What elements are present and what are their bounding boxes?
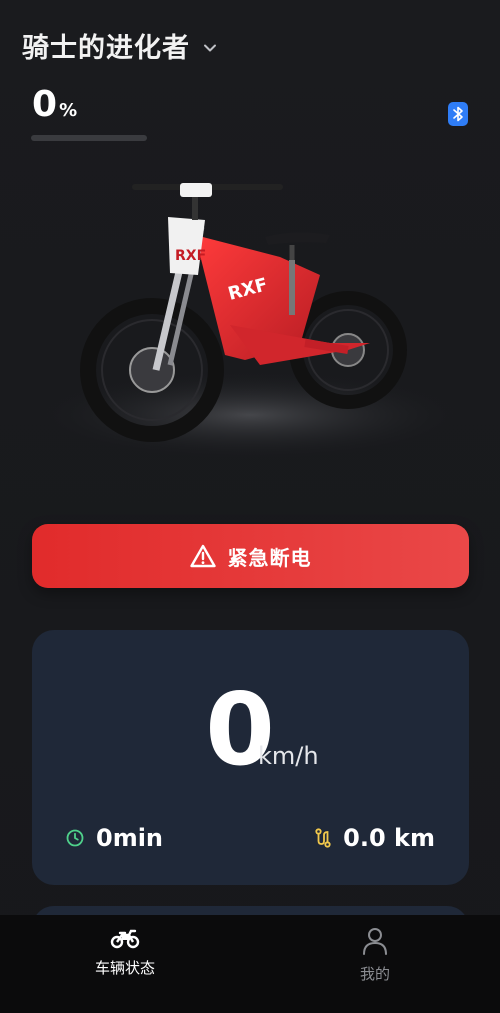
user-icon	[363, 928, 387, 955]
emergency-button-label: 紧急断电	[227, 545, 312, 570]
nav-label-profile: 我的	[359, 965, 390, 983]
speed-value: 0	[205, 671, 275, 788]
nav-item-vehicle-status[interactable]: 车辆状态	[0, 915, 250, 1013]
bluetooth-icon[interactable]	[448, 102, 468, 126]
speed-unit: km/h	[258, 742, 319, 770]
battery-value: 0	[32, 84, 58, 125]
vehicle-name: 骑士的进化者	[22, 33, 190, 64]
nav-label-vehicle-status: 车辆状态	[94, 959, 155, 977]
motorcycle-icon	[110, 929, 140, 949]
distance-value: 0.0 km	[343, 824, 435, 852]
svg-text:RXF: RXF	[175, 248, 206, 264]
battery-level: 0 %	[32, 84, 77, 125]
vehicle-selector[interactable]: 骑士的进化者	[22, 26, 218, 65]
ride-distance: 0.0 km	[315, 824, 435, 852]
route-icon	[315, 828, 331, 848]
nav-item-profile[interactable]: 我的	[250, 915, 500, 1013]
bike-image: RXF RXF	[30, 183, 470, 460]
warning-icon	[189, 544, 216, 568]
speed-card: 0 km/h 0min 0.0 km	[32, 630, 469, 885]
bluetooth-glyph	[453, 106, 463, 122]
bottom-nav: 车辆状态 我的	[0, 915, 500, 1013]
clock-icon	[66, 829, 84, 847]
duration-value: 0min	[96, 824, 164, 852]
emergency-power-off-button[interactable]: 紧急断电	[32, 524, 469, 588]
battery-bar	[31, 135, 147, 141]
vehicle-status-screen: 骑士的进化者 0 % RXF RXF 紧急断电 0 km/h 0min 0.0 …	[0, 0, 500, 1013]
ride-duration: 0min	[66, 824, 163, 852]
chevron-down-icon	[204, 44, 216, 51]
battery-unit: %	[59, 100, 78, 121]
